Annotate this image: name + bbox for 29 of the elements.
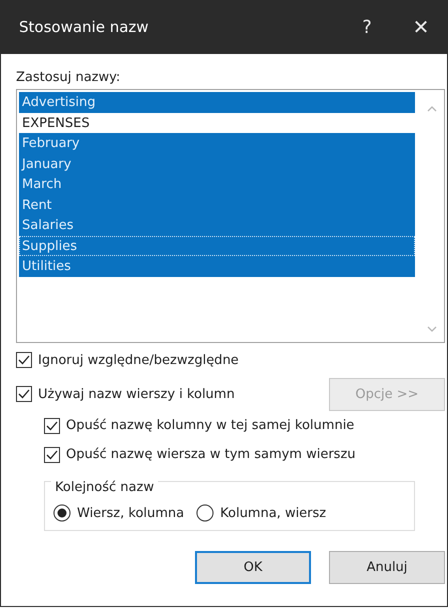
names-listbox[interactable]: Advertising EXPENSES February January March Rent Salaries Supplies Utilities xyxy=(16,89,445,343)
list-item[interactable]: March xyxy=(19,174,415,194)
list-item[interactable]: Advertising xyxy=(19,92,415,112)
checkbox-label[interactable]: Ignoruj względne/bezwzględne xyxy=(38,352,239,368)
list-item[interactable]: January xyxy=(19,154,415,174)
dialog-button[interactable]: OK xyxy=(195,551,311,584)
checkbox[interactable] xyxy=(16,352,32,368)
list-item[interactable]: Salaries xyxy=(19,215,415,236)
window-title: Stosowanie nazw xyxy=(19,18,150,36)
group-legend: Kolejność nazw xyxy=(51,480,158,495)
radio-label[interactable]: Kolumna, wiersz xyxy=(220,506,326,520)
list-item[interactable]: EXPENSES xyxy=(19,112,415,133)
list-item[interactable]: Utilities xyxy=(19,256,415,276)
list-item[interactable]: Supplies xyxy=(19,236,415,256)
help-button[interactable]: ? xyxy=(347,7,387,47)
radio-button[interactable] xyxy=(53,504,71,522)
checkbox-label[interactable]: Opuść nazwę kolumny w tej samej kolumnie xyxy=(66,418,354,433)
radio-button[interactable] xyxy=(196,504,214,522)
list-label: Zastosuj nazwy: xyxy=(16,70,122,85)
close-button[interactable]: ✕ xyxy=(401,7,441,47)
dialog-button[interactable]: Anuluj xyxy=(329,551,445,584)
checkbox-label[interactable]: Opuść nazwę wiersza w tym samym wierszu xyxy=(66,447,356,462)
list-item[interactable]: Rent xyxy=(19,194,415,215)
checkbox[interactable] xyxy=(44,446,60,462)
checkbox[interactable] xyxy=(44,418,60,434)
list-item[interactable]: February xyxy=(19,133,415,154)
checkbox-label[interactable]: Używaj nazw wierszy i kolumn xyxy=(38,386,235,402)
checkbox[interactable] xyxy=(16,386,32,402)
radio-label[interactable]: Wiersz, kolumna xyxy=(77,506,184,520)
